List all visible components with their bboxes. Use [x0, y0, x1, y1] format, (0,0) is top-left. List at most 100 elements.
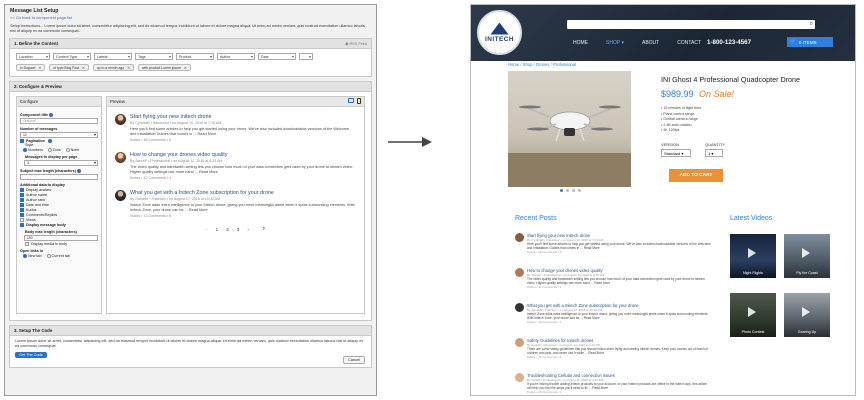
labels-select[interactable]: Labels [94, 53, 132, 60]
checkbox-comments[interactable]: Comments/Replies [20, 213, 98, 218]
post-body: The video quality and bandwidth setting … [130, 165, 353, 174]
num-messages-select[interactable]: 12 [20, 132, 98, 139]
page-3[interactable]: 3 [237, 227, 240, 232]
version-select[interactable]: Standard ▾ [661, 149, 691, 157]
product-image[interactable] [508, 71, 631, 187]
prev-page-icon[interactable]: ‹ [206, 227, 208, 232]
checkbox-views[interactable]: Views [20, 218, 98, 223]
latest-videos-title: Latest Videos [730, 215, 773, 222]
display-body-checkbox[interactable]: Display message body [20, 223, 98, 228]
recent-post-item: What you get with a Initech Zone subscri… [515, 303, 711, 324]
feature-list: 10 minutes of flight time Plane control … [661, 106, 701, 134]
info-icon[interactable] [47, 139, 52, 144]
version-label: VERSION [661, 142, 680, 147]
recent-post-item: Troubleshooting Cellular and connection … [515, 373, 711, 394]
chip-label: in Support [20, 66, 36, 70]
cart-button[interactable]: 🛒 0 ITEMS [787, 37, 833, 47]
checkbox-kudos[interactable]: Kudos [20, 208, 98, 213]
video-thumbnail[interactable]: Gearing Up [784, 293, 830, 337]
info-icon[interactable] [76, 169, 81, 174]
info-icon[interactable] [49, 113, 54, 118]
page-2[interactable]: 2 [226, 227, 229, 232]
checkbox-author-rank[interactable]: Author rank [20, 198, 98, 203]
radio-numbers[interactable]: Numbers [23, 148, 43, 153]
nav-shop[interactable]: SHOP ▾ [606, 40, 624, 46]
checkbox-avatars[interactable]: Display avatars [20, 188, 98, 193]
preview-header: Preview [107, 97, 364, 107]
radio-current-tab[interactable]: Current tab [46, 254, 70, 259]
feature-item: Gimbal camera range [661, 117, 701, 123]
nav-about[interactable]: ABOUT [642, 40, 659, 46]
chip-label: of type Blog Post [53, 66, 79, 70]
more-filter-select[interactable] [299, 53, 313, 60]
logo-mark-icon [490, 22, 509, 35]
filter-chip[interactable]: up to a month ago ✕ [92, 64, 134, 71]
subject-max-label: Subject max length (characters) [20, 169, 98, 174]
filter-chip[interactable]: in Support ✕ [16, 64, 46, 71]
intro-text: Setup instructions... Lorem ipsum dolor … [10, 24, 365, 33]
sale-badge: On Sale! [699, 89, 735, 99]
post-title[interactable]: Start flying your new Initech drone [130, 114, 356, 120]
avatar [115, 152, 126, 163]
preview-panel: Preview Start flying your new Initech dr… [106, 96, 365, 314]
filter-chip[interactable]: of type Blog Post ✕ [49, 64, 89, 71]
post-title[interactable]: How to change your drones video quality [130, 152, 356, 158]
close-icon[interactable]: ✕ [184, 66, 187, 70]
get-code-button[interactable]: Get The Code [15, 352, 47, 358]
checkbox-author-name[interactable]: Author name [20, 193, 98, 198]
configure-preview-body: Configure Component title Optional Numbe… [10, 92, 371, 320]
close-icon[interactable]: ✕ [38, 66, 41, 70]
breadcrumb-professional[interactable]: Professional [553, 62, 576, 67]
breadcrumb-drones[interactable]: Drones [536, 62, 550, 67]
radio-dots[interactable]: Dots [47, 148, 61, 153]
mobile-icon[interactable] [357, 98, 361, 104]
quantity-stepper[interactable]: 1 ▾ [705, 149, 723, 157]
open-links-label: Open links in [20, 249, 44, 254]
cancel-button[interactable]: Cancel [343, 356, 365, 364]
breadcrumb-home[interactable]: Home [508, 62, 519, 67]
search-icon[interactable]: ⌕ [810, 21, 813, 28]
component-title-input[interactable]: Optional [20, 118, 98, 125]
product-title: INI Ghost 4 Professional Quadcopter Dron… [661, 75, 801, 84]
video-thumbnail[interactable]: Photo Contest [730, 293, 776, 337]
next-page-icon[interactable]: › [247, 227, 249, 232]
nav-home[interactable]: HOME [573, 40, 588, 46]
radio-new-tab[interactable]: New tab [23, 254, 42, 259]
per-page-select[interactable]: 3 [24, 160, 98, 167]
page-1[interactable]: 1 [216, 227, 219, 232]
preview-post: What you get with a Initech Zone subscri… [107, 183, 364, 221]
post-title[interactable]: What you get with a Initech Zone subscri… [130, 190, 356, 196]
per-page-label: Messages to display per page [25, 155, 78, 160]
video-thumbnail[interactable]: Night Flights [730, 234, 776, 278]
content-type-select[interactable]: Content Type [53, 53, 91, 60]
author-select[interactable]: Author [217, 53, 255, 60]
location-select[interactable]: Location [16, 53, 50, 60]
checkbox-date-time[interactable]: Date and time [20, 203, 98, 208]
arrow-right-icon [388, 137, 432, 147]
post-meta: By CynthiaB • Advanced • on August 19, 2… [130, 121, 222, 125]
close-icon[interactable]: ✕ [127, 66, 130, 70]
breadcrumb-shop[interactable]: Shop [523, 62, 533, 67]
chip-label: up to a month ago [96, 66, 125, 70]
image-carousel-dots[interactable] [560, 189, 581, 192]
close-icon[interactable]: ✕ [82, 66, 85, 70]
display-media-checkbox[interactable]: Display media in body [20, 242, 98, 247]
date-select[interactable]: Date [258, 53, 296, 60]
avatar [115, 190, 126, 201]
post-body: Initech Zone adds extra intelligence to … [130, 203, 355, 212]
tags-select[interactable]: Tags [135, 53, 173, 60]
initech-logo[interactable]: INITECH [477, 10, 522, 55]
nav-contact[interactable]: CONTACT [677, 40, 701, 46]
search-input[interactable]: ⌕ [567, 20, 815, 29]
desktop-icon[interactable] [348, 98, 354, 103]
rss-feed-link[interactable]: ◉ RSS Feed [345, 41, 367, 46]
add-to-cart-button[interactable]: ADD TO CART [669, 169, 723, 182]
video-thumbnail[interactable]: Fly the Coast [784, 234, 830, 278]
next-arrow-icon[interactable]: › [263, 226, 265, 232]
radio-none[interactable]: None [65, 148, 79, 153]
product-select[interactable]: Product [176, 53, 214, 60]
filter-row: Location Content Type Labels Tags Produc… [10, 49, 371, 62]
body-max-input[interactable]: 150 [24, 235, 98, 242]
filter-chip[interactable]: with product Lorem ipsum ✕ [137, 64, 191, 71]
subject-max-input[interactable] [20, 174, 98, 181]
